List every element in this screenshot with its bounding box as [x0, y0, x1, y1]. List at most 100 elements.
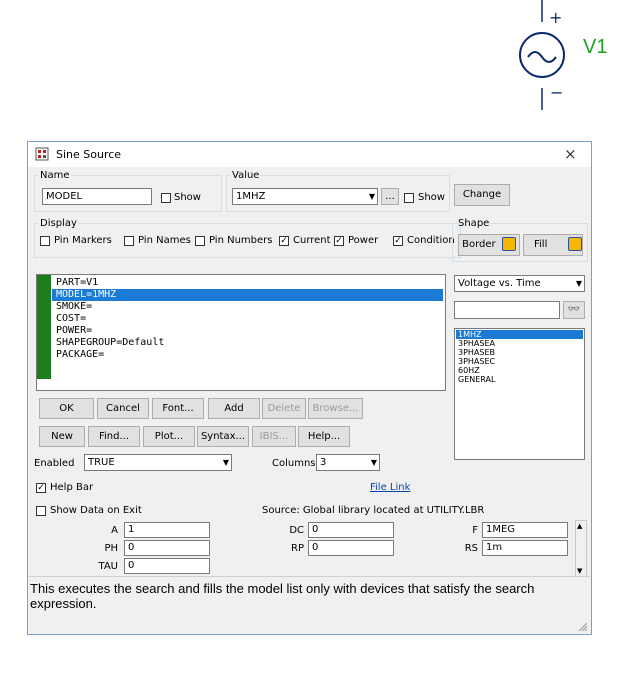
list-item[interactable]: 1MHZ [456, 330, 583, 339]
list-item[interactable]: 3PHASEA [456, 339, 583, 348]
syntax-button[interactable]: Syntax... [197, 426, 249, 447]
list-item[interactable]: POWER= [52, 325, 443, 337]
attribute-list-margin [37, 275, 51, 379]
list-item[interactable]: 3PHASEC [456, 357, 583, 366]
file-link[interactable]: File Link [370, 482, 410, 493]
font-button[interactable]: Font... [152, 398, 204, 419]
binoculars-icon: 👓 [567, 304, 581, 315]
delete-button[interactable]: Delete [262, 398, 306, 419]
fill-button[interactable]: Fill [523, 234, 583, 256]
columns-combo[interactable]: 3 ▼ [316, 454, 380, 471]
value-combo-text: 1MHZ [236, 191, 266, 202]
pin-numbers-label: Pin Numbers [209, 235, 273, 246]
change-button[interactable]: Change [454, 184, 510, 206]
find-models-button[interactable]: Find... [88, 426, 140, 447]
name-show-checkbox[interactable] [161, 193, 171, 203]
name-legend: Name [40, 170, 70, 181]
show-data-label: Show Data on Exit [50, 505, 142, 516]
display-legend: Display [40, 218, 77, 229]
ibis-button[interactable]: IBIS... [252, 426, 296, 447]
border-button-label: Border [462, 239, 496, 250]
param-label-rp: RP [291, 543, 304, 554]
model-list[interactable]: 1MHZ 3PHASEA 3PHASEB 3PHASEC 60HZ GENERA… [454, 328, 585, 460]
current-checkbox[interactable]: ✓ [279, 236, 289, 246]
window-title: Sine Source [56, 148, 122, 161]
param-label-a: A [111, 525, 118, 536]
list-item[interactable]: 3PHASEB [456, 348, 583, 357]
name-field[interactable]: MODEL [42, 188, 152, 205]
close-button[interactable]: × [564, 145, 577, 163]
symbol-label: V1 [583, 36, 608, 58]
svg-text:+: + [549, 8, 562, 27]
add-button[interactable]: Add [208, 398, 260, 419]
find-button[interactable]: 👓 [563, 301, 585, 319]
list-item[interactable]: PACKAGE= [52, 349, 443, 361]
value-combo[interactable]: 1MHZ ▼ [232, 188, 378, 205]
value-browse-button[interactable]: ... [381, 188, 399, 205]
param-label-tau: TAU [98, 561, 119, 572]
param-label-f: F [472, 525, 478, 536]
list-item[interactable]: SMOKE= [52, 301, 443, 313]
help-bar-label: Help Bar [50, 482, 94, 493]
list-item[interactable]: GENERAL [456, 375, 583, 384]
plot-type-text: Voltage vs. Time [458, 278, 541, 289]
help-button[interactable]: Help... [298, 426, 350, 447]
sine-source-dialog: Sine Source × Name MODEL Show Value 1MHZ… [27, 141, 592, 635]
enabled-combo[interactable]: TRUE ▼ [84, 454, 232, 471]
param-f-field[interactable]: 1MEG [482, 522, 568, 538]
param-ph-field[interactable]: 0 [124, 540, 210, 556]
browse-button[interactable]: Browse... [308, 398, 363, 419]
palette-icon [567, 237, 582, 251]
list-item[interactable]: MODEL=1MHZ [52, 289, 443, 301]
border-button[interactable]: Border [458, 234, 520, 256]
columns-label: Columns [272, 458, 316, 469]
resize-grip-icon[interactable] [577, 621, 587, 631]
scroll-up-icon[interactable]: ▲ [577, 522, 582, 530]
param-a-field[interactable]: 1 [124, 522, 210, 538]
condition-checkbox[interactable]: ✓ [393, 236, 403, 246]
current-label: Current [293, 235, 331, 246]
param-label-ph: PH [104, 543, 118, 554]
show-data-checkbox[interactable] [36, 506, 46, 516]
enabled-value: TRUE [88, 457, 115, 468]
ok-button[interactable]: OK [39, 398, 94, 419]
chevron-down-icon: ▼ [370, 458, 377, 467]
help-bar-checkbox[interactable]: ✓ [36, 483, 46, 493]
search-input[interactable] [454, 301, 560, 319]
param-dc-field[interactable]: 0 [308, 522, 394, 538]
pin-markers-checkbox[interactable] [40, 236, 50, 246]
scroll-down-icon[interactable]: ▼ [577, 567, 582, 575]
chevron-down-icon: ▼ [222, 458, 229, 467]
chevron-down-icon: ▼ [368, 192, 375, 201]
svg-text:−: − [550, 83, 563, 102]
params-scrollbar[interactable]: ▲ ▼ [575, 520, 587, 578]
pin-numbers-checkbox[interactable] [195, 236, 205, 246]
pin-names-checkbox[interactable] [124, 236, 134, 246]
plot-button[interactable]: Plot... [143, 426, 195, 447]
value-show-checkbox[interactable] [404, 193, 414, 203]
help-bar: This executes the search and fills the m… [29, 576, 590, 634]
chevron-down-icon: ▼ [575, 279, 582, 288]
power-checkbox[interactable]: ✓ [334, 236, 344, 246]
columns-value: 3 [320, 457, 327, 468]
name-show-label: Show [174, 192, 201, 203]
component-icon [35, 147, 49, 161]
param-rp-field[interactable]: 0 [308, 540, 394, 556]
list-item[interactable]: COST= [52, 313, 443, 325]
cancel-button[interactable]: Cancel [97, 398, 149, 419]
help-text: This executes the search and fills the m… [30, 581, 535, 611]
palette-icon [501, 237, 516, 251]
param-label-dc: DC [289, 525, 304, 536]
source-info: Source: Global library located at UTILIT… [262, 505, 485, 516]
param-rs-field[interactable]: 1m [482, 540, 568, 556]
param-tau-field[interactable]: 0 [124, 558, 210, 574]
fill-button-label: Fill [534, 239, 548, 250]
attribute-list[interactable]: PART=V1 MODEL=1MHZ SMOKE= COST= POWER= S… [36, 274, 446, 391]
list-item[interactable]: SHAPEGROUP=Default [52, 337, 443, 349]
new-button[interactable]: New [39, 426, 85, 447]
plot-type-combo[interactable]: Voltage vs. Time ▼ [454, 275, 585, 292]
list-item[interactable]: PART=V1 [52, 277, 443, 289]
condition-label: Condition [407, 235, 455, 246]
shape-legend: Shape [458, 218, 490, 229]
list-item[interactable]: 60HZ [456, 366, 583, 375]
